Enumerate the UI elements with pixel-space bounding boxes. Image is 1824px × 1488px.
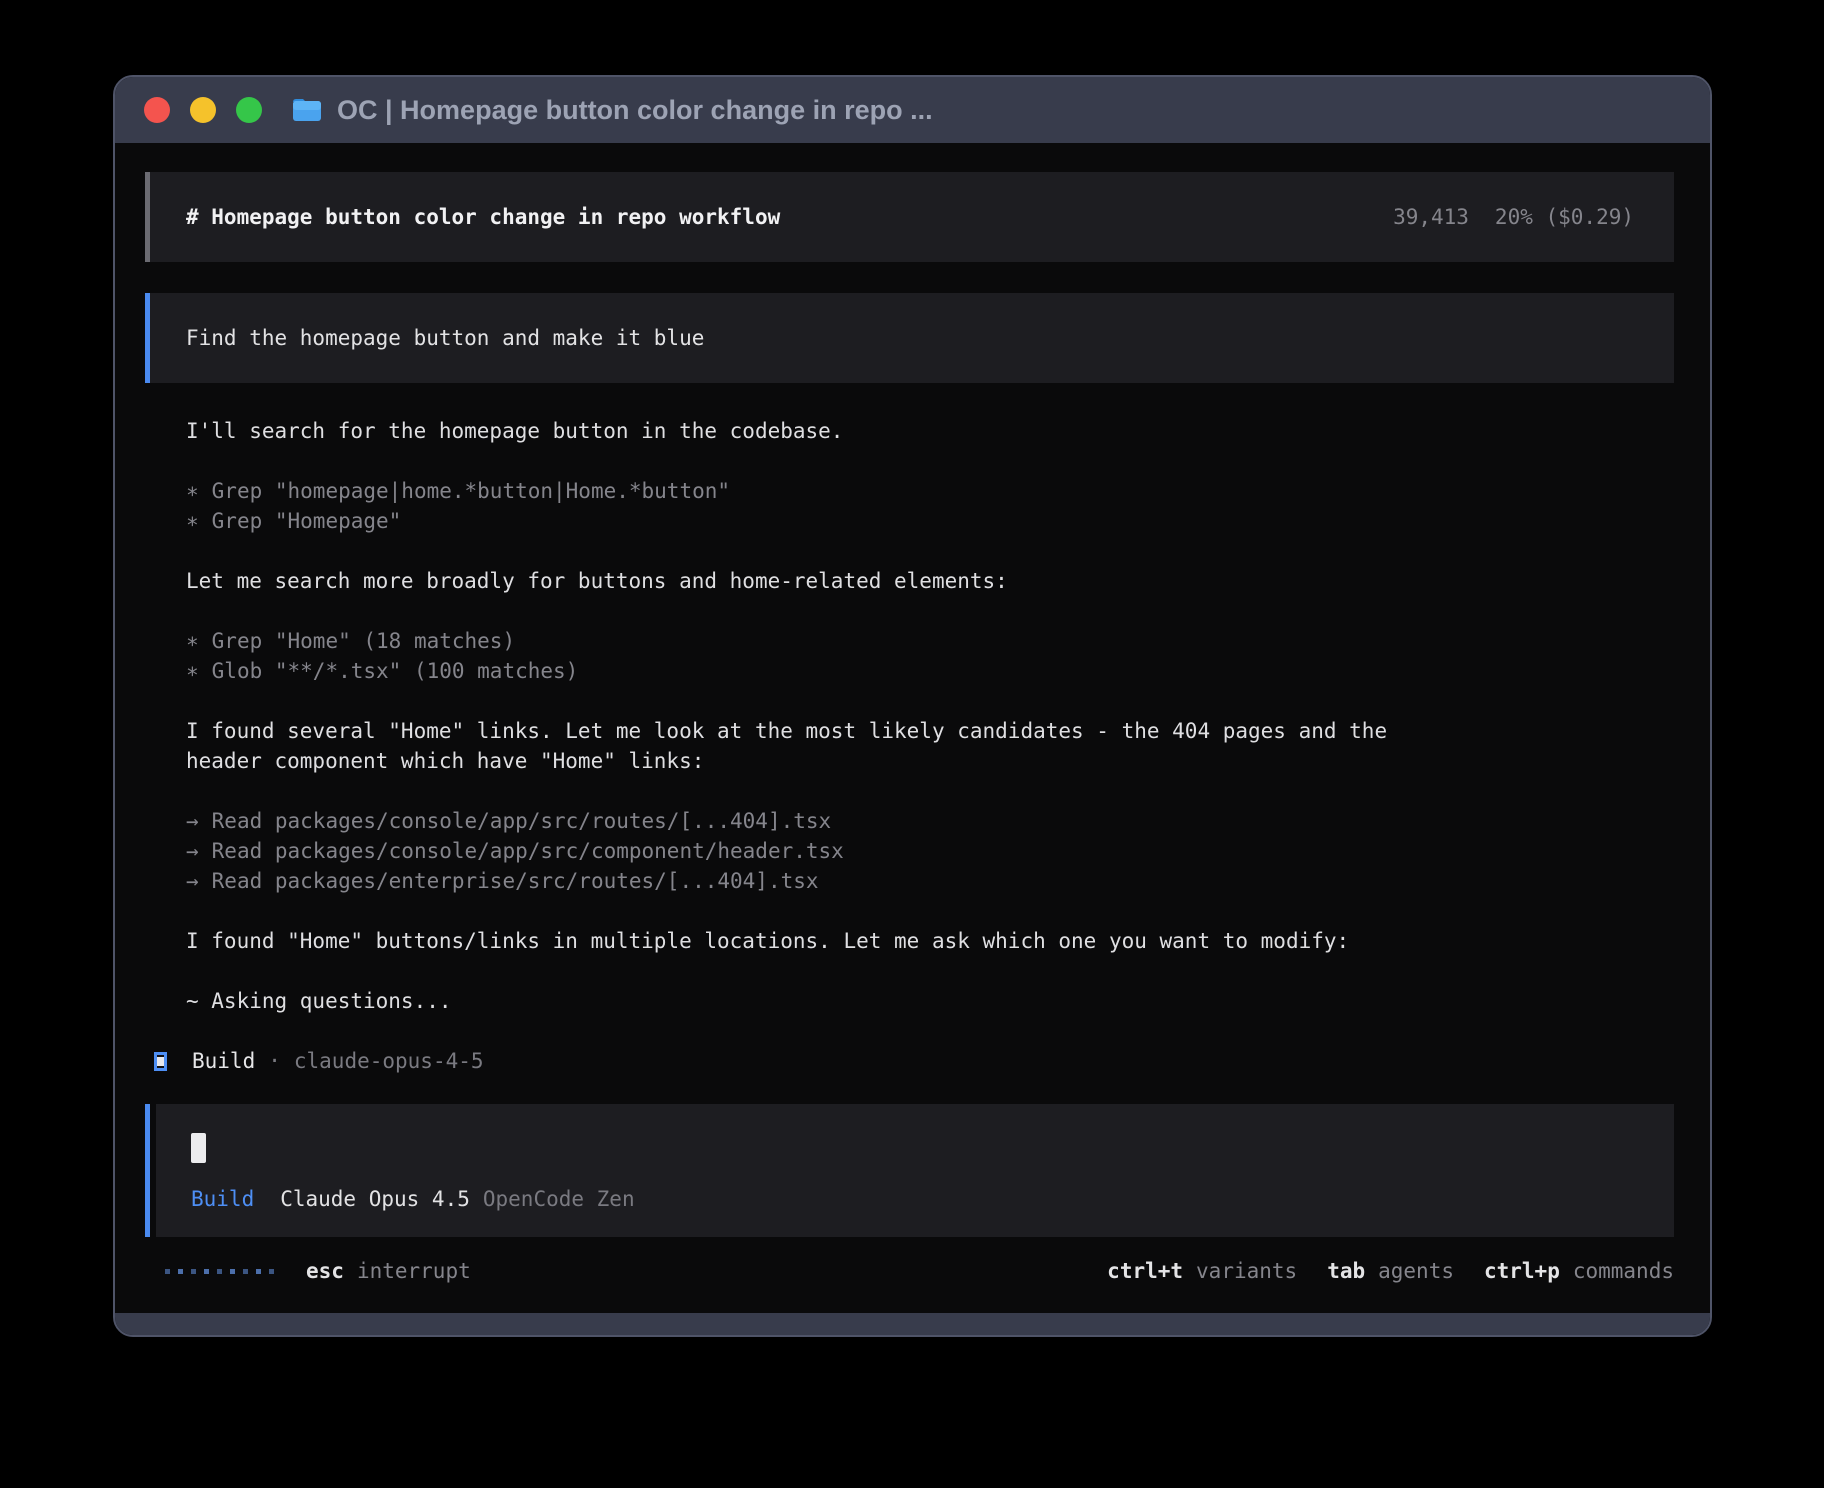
spinner-dot [204, 1269, 209, 1274]
agent-mode-label: Build [192, 1046, 255, 1076]
assistant-text-line: header component which have "Home" links… [186, 746, 1674, 776]
spinner-dot [230, 1269, 235, 1274]
window-bottom-edge [115, 1313, 1710, 1335]
agent-selector[interactable]: Build [191, 1184, 254, 1214]
arrow-bullet-icon: → [186, 836, 199, 866]
assistant-text-line: I found several "Home" links. Let me loo… [186, 716, 1674, 746]
assistant-text-line: I found "Home" buttons/links in multiple… [186, 926, 1674, 956]
tool-call-text: Read packages/console/app/src/component/… [212, 839, 844, 863]
agent-mode-icon [154, 1052, 167, 1071]
message-group: I found "Home" buttons/links in multiple… [186, 926, 1674, 956]
window-title: OC | Homepage button color change in rep… [337, 95, 933, 126]
message-group: I found several "Home" links. Let me loo… [186, 716, 1674, 776]
arrow-bullet-icon: → [186, 806, 199, 836]
assistant-text-line: Let me search more broadly for buttons a… [186, 566, 1674, 596]
context-usage: 20% ($0.29) [1495, 202, 1634, 232]
prompt-input[interactable]: Build Claude Opus 4.5 OpenCode Zen [145, 1104, 1674, 1237]
titlebar[interactable]: OC | Homepage button color change in rep… [115, 77, 1710, 143]
shortcut-variants[interactable]: ctrl+t variants [1107, 1256, 1297, 1286]
esc-key-hint[interactable]: esc [306, 1256, 344, 1286]
token-count: 39,413 [1393, 202, 1469, 232]
tool-call-read: → Read packages/enterprise/src/routes/[..… [186, 866, 1674, 896]
model-selector[interactable]: Claude Opus 4.5 [280, 1184, 470, 1214]
text-cursor [191, 1133, 206, 1163]
folder-icon [291, 96, 323, 124]
dot-separator: · [268, 1046, 281, 1076]
shortcut-label: commands [1573, 1259, 1674, 1283]
terminal-content: # Homepage button color change in repo w… [115, 143, 1710, 1313]
asterisk-bullet-icon: ∗ [186, 506, 199, 536]
session-title: # Homepage button color change in repo w… [186, 202, 780, 232]
shortcut-agents[interactable]: tab agents [1327, 1256, 1454, 1286]
session-stats: 39,413 20% ($0.29) [1393, 202, 1634, 232]
tool-call-text: Grep "Homepage" [212, 509, 402, 533]
tool-call-grep: ∗ Grep "Homepage" [186, 506, 1674, 536]
user-message: Find the homepage button and make it blu… [145, 293, 1674, 383]
tool-call-read: → Read packages/console/app/src/component… [186, 836, 1674, 866]
agent-status-line: Build · claude-opus-4-5 [145, 1046, 1674, 1076]
esc-key-label: interrupt [357, 1256, 471, 1286]
conversation-transcript: I'll search for the homepage button in t… [145, 416, 1674, 1016]
asterisk-bullet-icon: ∗ [186, 656, 199, 686]
spinner-dot [165, 1269, 170, 1274]
assistant-text-line: I'll search for the homepage button in t… [186, 416, 1674, 446]
tool-call-read: → Read packages/console/app/src/routes/[.… [186, 806, 1674, 836]
spinner-dot [269, 1269, 274, 1274]
assistant-activity-line: ~ Asking questions... [186, 986, 1674, 1016]
spinner-dot [256, 1269, 261, 1274]
message-group: ∗ Grep "Home" (18 matches) ∗ Glob "**/*.tsx… [186, 626, 1674, 686]
traffic-lights [144, 97, 262, 123]
shortcut-label: variants [1196, 1259, 1297, 1283]
tool-call-text: Read packages/enterprise/src/routes/[...… [212, 869, 819, 893]
provider-label: OpenCode Zen [483, 1184, 635, 1214]
status-bar: esc interrupt ctrl+tvariantstabagentsctr… [145, 1256, 1674, 1286]
spinner-dot [217, 1269, 222, 1274]
tool-call-grep: ∗ Grep "Home" (18 matches) [186, 626, 1674, 656]
user-message-text: Find the homepage button and make it blu… [186, 323, 704, 353]
tool-call-text: Grep "Home" (18 matches) [212, 629, 515, 653]
shortcut-commands[interactable]: ctrl+p commands [1484, 1256, 1674, 1286]
keyboard-shortcuts: ctrl+t variants tab agents ctrl+p commands [1107, 1256, 1674, 1286]
message-group: I'll search for the homepage button in t… [186, 416, 1674, 446]
asterisk-bullet-icon: ∗ [186, 476, 199, 506]
terminal-window: OC | Homepage button color change in rep… [113, 75, 1712, 1337]
spinner-dot [243, 1269, 248, 1274]
zoom-button[interactable] [236, 97, 262, 123]
shortcut-label: agents [1378, 1259, 1454, 1283]
shortcut-key: tab [1327, 1259, 1365, 1283]
session-header: # Homepage button color change in repo w… [145, 172, 1674, 262]
close-button[interactable] [144, 97, 170, 123]
input-meta-row: Build Claude Opus 4.5 OpenCode Zen [191, 1184, 1654, 1214]
tool-call-text: Grep "homepage|home.*button|Home.*button… [212, 479, 730, 503]
tool-call-text: Read packages/console/app/src/routes/[..… [212, 809, 832, 833]
message-group: Let me search more broadly for buttons a… [186, 566, 1674, 596]
shortcut-key: ctrl+t [1107, 1259, 1183, 1283]
tool-call-grep: ∗ Grep "homepage|home.*button|Home.*butto… [186, 476, 1674, 506]
minimize-button[interactable] [190, 97, 216, 123]
tool-call-glob: ∗ Glob "**/*.tsx" (100 matches) [186, 656, 1674, 686]
asterisk-bullet-icon: ∗ [186, 626, 199, 656]
prompt-input-inner[interactable]: Build Claude Opus 4.5 OpenCode Zen [156, 1104, 1674, 1237]
shortcut-key: ctrl+p [1484, 1259, 1560, 1283]
spinner-dots [165, 1269, 274, 1274]
message-group: ∗ Grep "homepage|home.*button|Home.*butto… [186, 476, 1674, 536]
spinner-dot [191, 1269, 196, 1274]
message-group: ~ Asking questions... [186, 986, 1674, 1016]
arrow-bullet-icon: → [186, 866, 199, 896]
model-id-label: claude-opus-4-5 [294, 1046, 484, 1076]
message-group: → Read packages/console/app/src/routes/[.… [186, 806, 1674, 896]
tool-call-text: Glob "**/*.tsx" (100 matches) [212, 659, 579, 683]
spinner-dot [178, 1269, 183, 1274]
